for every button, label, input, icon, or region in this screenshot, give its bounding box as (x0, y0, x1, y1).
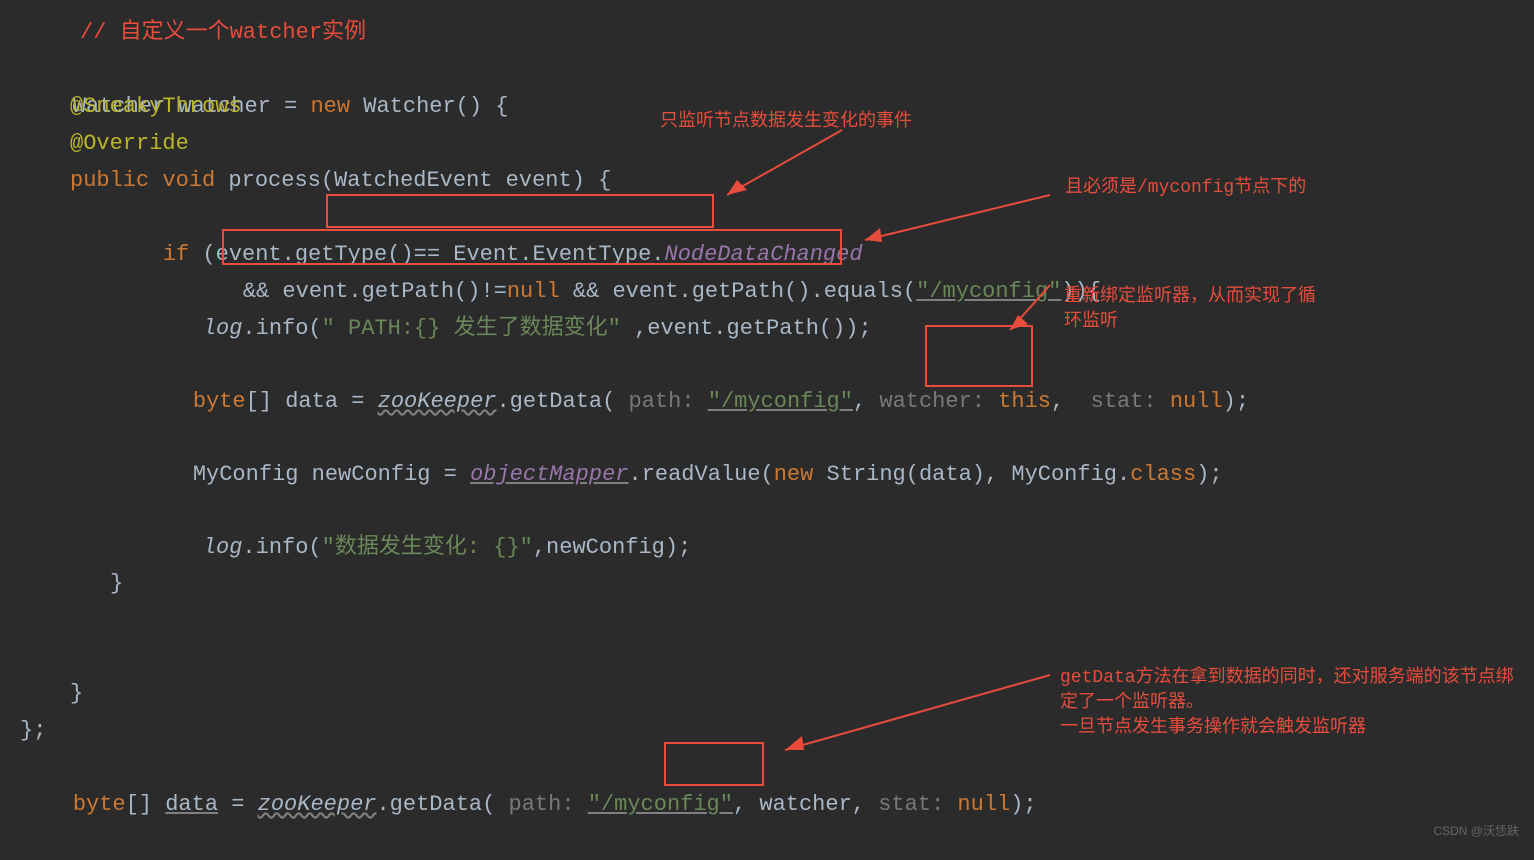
brace: } (110, 565, 123, 602)
annotation-text: 且必须是/myconfig节点下的 (1065, 176, 1315, 201)
annotation-arrow (770, 670, 1060, 760)
annotation-text: 重新绑定监听器，从而实现了循环监听 (1064, 285, 1324, 335)
annotation-text: 只监听节点数据发生变化的事件 (660, 110, 912, 135)
annotation-text: getData方法在拿到数据的同时，还对服务端的该节点绑定了一个监听器。 一旦节… (1060, 666, 1530, 742)
brace: } (70, 675, 83, 712)
comment: // 自定义一个watcher实例 (80, 14, 366, 51)
annotation-override: @Override (70, 125, 189, 162)
brace: }; (20, 712, 46, 749)
code-editor[interactable]: // 自定义一个watcher实例 Watcher watcher = new … (0, 0, 1534, 858)
code-line: byte[] data = zooKeeper.getData( path: "… (20, 749, 1037, 860)
code-line: public void process(WatchedEvent event) … (70, 162, 611, 199)
annotation-sneakythrows: @SneakyThrows (70, 88, 242, 125)
code-line: log.info("数据发生变化: {}",newConfig); (150, 492, 691, 603)
annotation-arrow (712, 125, 852, 205)
watermark: CSDN @沃恁趺 (1433, 813, 1519, 850)
